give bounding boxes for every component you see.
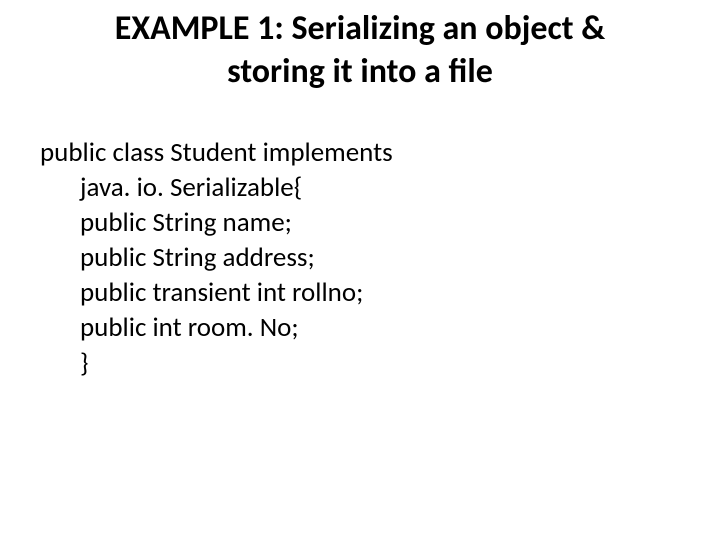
code-line: public int room. No; [80, 310, 680, 345]
code-line: public class Student implements [40, 135, 680, 170]
code-line: } [80, 346, 680, 381]
code-line: public String name; [80, 205, 680, 240]
code-line: public transient int rollno; [80, 275, 680, 310]
code-line: java. io. Serializable{ [80, 170, 680, 205]
slide-title: EXAMPLE 1: Serializing an object & stori… [40, 8, 680, 93]
code-block: public class Student implements java. io… [40, 135, 680, 381]
code-line: public String address; [80, 240, 680, 275]
slide-container: EXAMPLE 1: Serializing an object & stori… [0, 0, 720, 540]
